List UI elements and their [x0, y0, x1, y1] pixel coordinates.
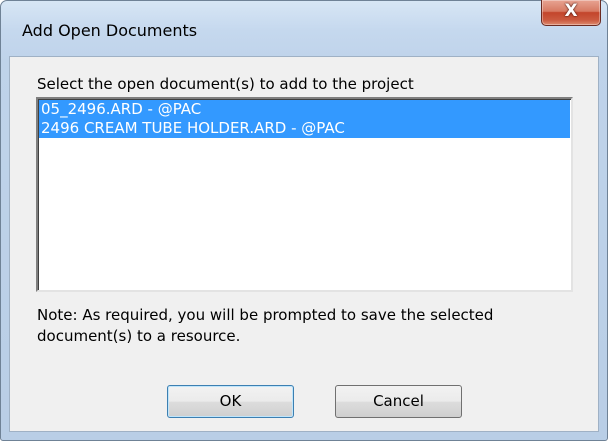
ok-button[interactable]: OK: [167, 385, 294, 418]
close-button[interactable]: X: [541, 0, 601, 26]
list-item[interactable]: 05_2496.ARD - @PAC: [39, 100, 570, 119]
list-item[interactable]: 2496 CREAM TUBE HOLDER.ARD - @PAC: [39, 119, 570, 138]
note-text: Note: As required, you will be prompted …: [37, 306, 494, 345]
dialog-window: Add Open Documents X Select the open doc…: [0, 0, 608, 441]
title-bar[interactable]: Add Open Documents X: [1, 0, 607, 56]
instruction-label: Select the open document(s) to add to th…: [37, 75, 414, 93]
dialog-body: Select the open document(s) to add to th…: [9, 56, 599, 432]
documents-listbox[interactable]: 05_2496.ARD - @PAC 2496 CREAM TUBE HOLDE…: [36, 97, 573, 292]
close-icon: X: [564, 1, 578, 21]
window-title: Add Open Documents: [22, 21, 198, 40]
cancel-button[interactable]: Cancel: [335, 385, 462, 418]
